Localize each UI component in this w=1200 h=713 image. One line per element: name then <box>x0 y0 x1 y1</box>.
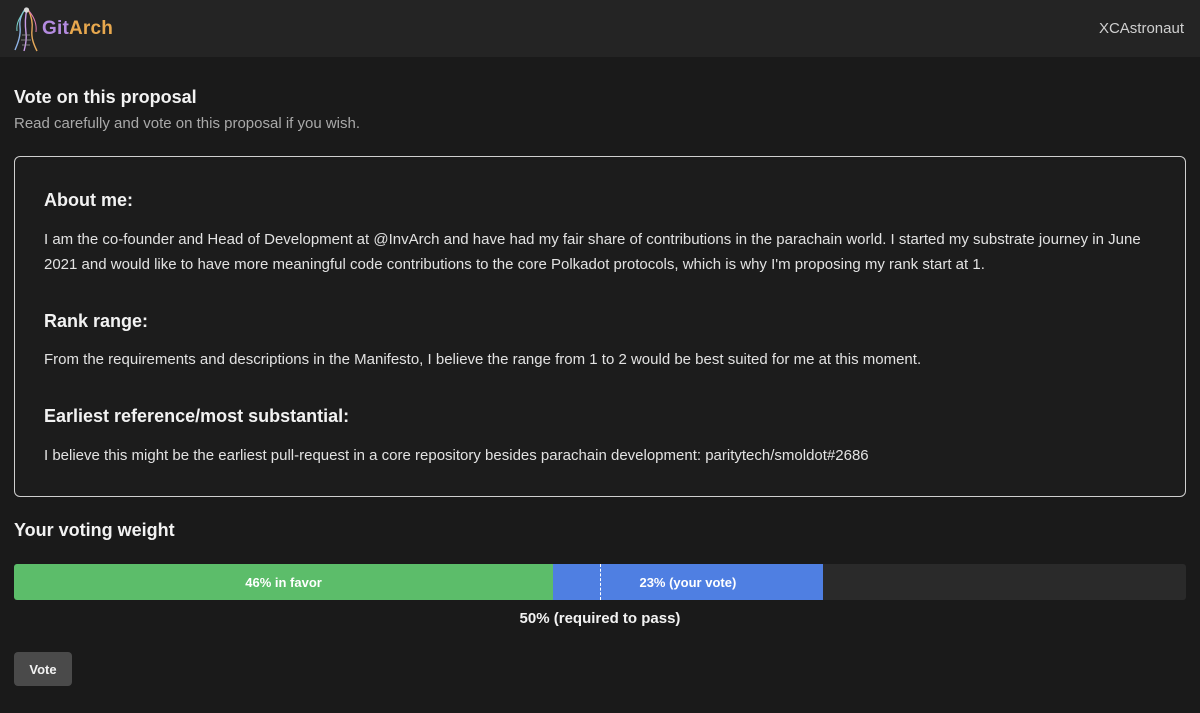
your-vote-segment: 23% (your vote) <box>553 564 823 600</box>
voting-weight-title: Your voting weight <box>14 520 175 540</box>
page-title: Vote on this proposal <box>14 87 197 107</box>
gitarch-logo-icon <box>14 6 38 51</box>
section-heading-about-me: About me: <box>44 190 133 210</box>
logo-text: GitArch <box>42 18 113 40</box>
logo-text-arch: Arch <box>69 17 114 39</box>
section-text-about-me: I am the co-founder and Head of Developm… <box>44 231 1141 273</box>
user-account-link[interactable]: XCAstronaut <box>1099 20 1184 37</box>
section-text-earliest-reference: I believe this might be the earliest pul… <box>44 447 869 464</box>
vote-button[interactable]: Vote <box>14 652 72 686</box>
pass-threshold-marker <box>600 564 601 600</box>
page-subtitle: Read carefully and vote on this proposal… <box>14 115 361 132</box>
section-text-rank-range: From the requirements and descriptions i… <box>44 351 922 368</box>
section-heading-earliest-reference: Earliest reference/most substantial: <box>44 406 350 426</box>
pass-threshold-label: 50% (required to pass) <box>519 610 681 627</box>
in-favor-label: 46% in favor <box>245 574 322 590</box>
voting-progress-bar: 46% in favor 23% (your vote) <box>14 564 1186 600</box>
section-heading-rank-range: Rank range: <box>44 311 149 331</box>
logo[interactable]: GitArch <box>12 5 113 53</box>
logo-text-git: Git <box>42 17 69 39</box>
proposal-description-box: About me: I am the co-founder and Head o… <box>14 156 1186 497</box>
top-bar: GitArch XCAstronaut <box>0 0 1200 57</box>
in-favor-segment: 46% in favor <box>14 564 554 600</box>
your-vote-label: 23% (your vote) <box>639 574 737 590</box>
